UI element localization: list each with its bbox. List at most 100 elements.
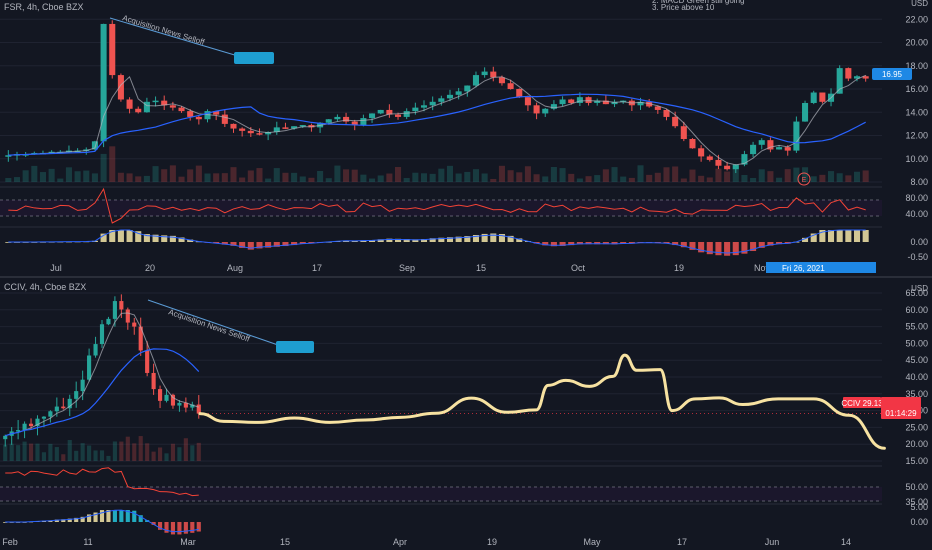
candle [836,68,843,94]
macd-tick-label: -0.50 [907,252,928,262]
candle [585,97,592,103]
volume-bar [177,447,182,461]
volume-bar [9,443,14,461]
x-tick-label: 15 [280,537,290,547]
volume-bar [317,170,324,182]
volume-bar [576,178,583,182]
y-tick-label: 45.00 [905,355,928,365]
volume-bar [152,166,159,182]
candle [377,109,384,114]
candle [412,107,419,112]
annotation-box [276,341,314,353]
x-tick-label: Oct [571,263,586,273]
macd-histogram-bar [99,510,105,522]
volume-bar [13,177,21,182]
volume-bar [48,443,53,461]
candle [455,91,462,95]
volume-bar [22,170,29,182]
volume-bar [48,168,55,182]
symbol-label: CCIV, 4h, Cboe BZX [4,282,86,292]
candle [158,389,163,401]
volume-bar [22,441,27,461]
volume-bar [455,173,462,182]
volume-bar [369,178,376,182]
candle [360,118,367,126]
volume-bar [80,443,85,461]
candle [394,114,402,117]
y-tick-label: 25.00 [905,422,928,432]
y-tick-label: 20.00 [905,38,928,48]
candle [706,156,713,160]
candle [145,350,150,373]
volume-bar [132,443,137,461]
volume-bar [472,169,480,182]
candle [481,71,488,76]
candle [559,99,566,105]
candle [74,391,79,399]
volume-bar [377,175,384,182]
x-tick-label: Feb [2,537,18,547]
volume-bar [663,167,670,182]
volume-bar [213,173,220,182]
candle [106,318,111,325]
volume-bar [161,169,168,182]
candle [689,139,696,149]
x-tick-label: Sep [399,263,415,273]
macd-histogram-bar [177,522,182,535]
candle [48,411,53,417]
volume-bar [158,447,163,461]
volume-bar [464,171,471,182]
volume-bar [35,443,40,461]
candle [87,355,92,380]
volume-bar [5,178,12,182]
candle [464,85,471,92]
volume-bar [481,173,488,182]
macd-histogram-bar [112,510,117,522]
candle [28,423,34,427]
macd-tick-label: 0.00 [910,517,928,527]
countdown-text: 01:14:29 [885,409,917,418]
candle [164,394,169,401]
candle [109,23,116,76]
volume-bar [585,176,592,182]
last-price-text: CCIV 29.13 [841,399,883,408]
volume-bar [620,176,627,182]
volume-bar [568,173,575,182]
volume-bar [87,445,92,461]
volume-bar [594,175,601,182]
volume-bar [672,166,679,182]
x-tick-label: Jun [765,537,780,547]
volume-bar [706,177,713,182]
volume-bar [420,173,428,182]
volume-bar [602,169,609,182]
y-tick-label: 60.00 [905,305,928,315]
volume-bar [106,455,111,461]
volume-bar [732,166,739,182]
volume-bar [273,168,280,182]
macd-histogram-bar [170,522,176,535]
currency-label: USD [911,0,928,8]
candle [490,71,497,78]
macd-histogram-bar [845,230,852,242]
volume-bar [533,174,540,182]
volume-bar [853,171,861,182]
candle [41,416,46,419]
candle [177,402,182,406]
volume-bar [28,443,34,461]
volume-bar [195,165,202,182]
x-tick-label: 20 [145,263,155,273]
candle [282,127,289,129]
candle [845,68,852,79]
volume-bar [164,453,169,461]
candle [334,116,341,120]
volume-bar [16,445,21,461]
volume-bar [100,153,107,182]
candle [680,126,687,139]
macd-histogram-bar [119,510,124,522]
volume-bar [190,445,195,461]
candle [420,105,428,108]
candle [99,324,105,345]
earnings-marker-text: E [802,177,807,184]
rsi-tick-label: 50.00 [905,482,928,492]
volume-bar [187,169,194,182]
